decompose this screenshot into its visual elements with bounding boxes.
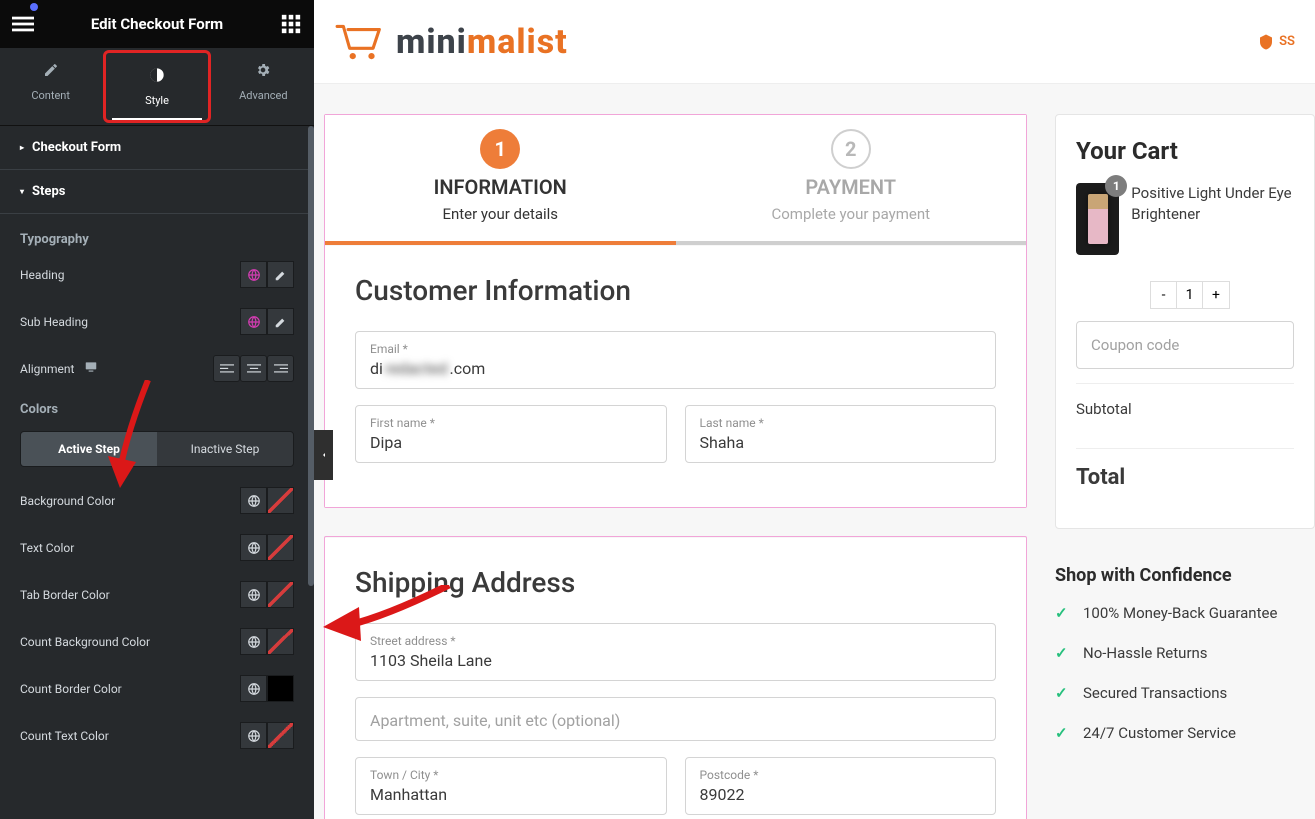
confidence-title: Shop with Confidence [1055, 565, 1315, 586]
color-swatch[interactable] [267, 487, 294, 514]
confidence-item: Secured Transactions [1055, 684, 1315, 702]
cart-card: Your Cart 1 Positive Light Under Eye Bri… [1055, 114, 1315, 529]
typography-group-label: Typography [20, 232, 294, 247]
globe-icon[interactable] [240, 261, 267, 288]
tab-style[interactable]: Style [103, 50, 210, 123]
control-tab-border-color: Tab Border Color [20, 581, 294, 608]
step-information[interactable]: 1 INFORMATION Enter your details [325, 115, 676, 241]
control-heading-typography: Heading [20, 261, 294, 288]
tab-active-step[interactable]: Active Step [21, 432, 157, 466]
control-alignment: Alignment [20, 355, 294, 382]
apartment-field[interactable]: Apartment, suite, unit etc (optional) [355, 697, 996, 741]
checkout-steps: 1 INFORMATION Enter your details 2 PAYME… [325, 115, 1026, 241]
shipping-card: Shipping Address Street address * 1103 S… [325, 538, 1026, 819]
confidence-item: 100% Money-Back Guarantee [1055, 604, 1315, 622]
total-label: Total [1076, 465, 1125, 490]
qty-minus[interactable]: - [1151, 282, 1177, 308]
unsaved-dot [30, 3, 38, 11]
product-name: Positive Light Under Eye Brightener [1131, 183, 1294, 255]
confidence-item: 24/7 Customer Service [1055, 724, 1315, 742]
color-swatch[interactable] [267, 675, 294, 702]
shipping-heading: Shipping Address [355, 566, 996, 599]
first-name-field[interactable]: First name * Dipa [355, 405, 667, 463]
globe-icon[interactable] [240, 534, 267, 561]
sidebar-tabs: Content Style Advanced [0, 48, 314, 126]
confidence-block: Shop with Confidence 100% Money-Back Gua… [1055, 565, 1315, 742]
tab-inactive-step[interactable]: Inactive Step [157, 432, 293, 466]
qty-plus[interactable]: + [1203, 282, 1229, 308]
align-left-icon[interactable] [213, 355, 240, 382]
section-checkout-form[interactable]: Checkout Form [0, 126, 314, 170]
qty-value: 1 [1177, 282, 1203, 308]
control-count-bg-color: Count Background Color [20, 628, 294, 655]
align-right-icon[interactable] [267, 355, 294, 382]
step-payment[interactable]: 2 PAYMENT Complete your payment [676, 115, 1027, 241]
globe-icon[interactable] [240, 487, 267, 514]
globe-icon[interactable] [240, 722, 267, 749]
control-count-border-color: Count Border Color [20, 675, 294, 702]
device-icon[interactable] [84, 360, 98, 377]
customer-info-card: Customer Information Email * diredacted.… [325, 246, 1026, 507]
street-field[interactable]: Street address * 1103 Sheila Lane [355, 623, 996, 681]
coupon-input[interactable]: Coupon code [1076, 321, 1294, 369]
globe-icon[interactable] [240, 581, 267, 608]
shield-icon [1257, 33, 1275, 51]
email-field[interactable]: Email * diredacted.com [355, 331, 996, 389]
sidebar-collapse-handle[interactable] [314, 430, 333, 480]
color-swatch[interactable] [267, 628, 294, 655]
confidence-item: No-Hassle Returns [1055, 644, 1315, 662]
sidebar-scrollbar[interactable] [308, 126, 314, 586]
postcode-field[interactable]: Postcode * 89022 [685, 757, 997, 815]
qty-stepper: - 1 + [1150, 281, 1230, 309]
shipping-widget[interactable]: Shipping Address Street address * 1103 S… [324, 536, 1027, 819]
town-field[interactable]: Town / City * Manhattan [355, 757, 667, 815]
customer-info-heading: Customer Information [355, 274, 996, 307]
qty-badge: 1 [1105, 175, 1127, 197]
pencil-icon[interactable] [267, 308, 294, 335]
tab-advanced[interactable]: Advanced [213, 48, 314, 125]
color-swatch[interactable] [267, 722, 294, 749]
color-swatch[interactable] [267, 581, 294, 608]
color-tabs: Active Step Inactive Step [20, 431, 294, 467]
pencil-icon[interactable] [267, 261, 294, 288]
colors-group-label: Colors [20, 402, 294, 417]
cart-title: Your Cart [1076, 137, 1294, 165]
brand-logo: minimalist [334, 20, 568, 64]
apps-icon[interactable] [280, 13, 302, 35]
checkout-form-widget[interactable]: 1 INFORMATION Enter your details 2 PAYME… [324, 114, 1027, 508]
sidebar-header: Edit Checkout Form [0, 0, 314, 48]
control-count-text-color: Count Text Color [20, 722, 294, 749]
control-subheading-typography: Sub Heading [20, 308, 294, 335]
editor-sidebar: Edit Checkout Form Content Style Advance… [0, 0, 314, 819]
section-steps[interactable]: Steps [0, 170, 314, 214]
cart-icon [334, 20, 384, 64]
control-text-color: Text Color [20, 534, 294, 561]
sidebar-title: Edit Checkout Form [91, 15, 223, 33]
preview-pane: minimalist SS 1 INFORMATION Enter your d… [314, 0, 1315, 819]
subtotal-label: Subtotal [1076, 400, 1132, 418]
align-center-icon[interactable] [240, 355, 267, 382]
site-header: minimalist SS [314, 0, 1315, 84]
cart-item: 1 Positive Light Under Eye Brightener [1076, 183, 1294, 255]
globe-icon[interactable] [240, 628, 267, 655]
globe-icon[interactable] [240, 675, 267, 702]
product-thumb: 1 [1076, 183, 1119, 255]
control-background-color: Background Color [20, 487, 294, 514]
ssl-badge: SS [1257, 33, 1295, 51]
color-swatch[interactable] [267, 534, 294, 561]
last-name-field[interactable]: Last name * Shaha [685, 405, 997, 463]
menu-icon[interactable] [12, 13, 34, 35]
globe-icon[interactable] [240, 308, 267, 335]
tab-content[interactable]: Content [0, 48, 101, 125]
